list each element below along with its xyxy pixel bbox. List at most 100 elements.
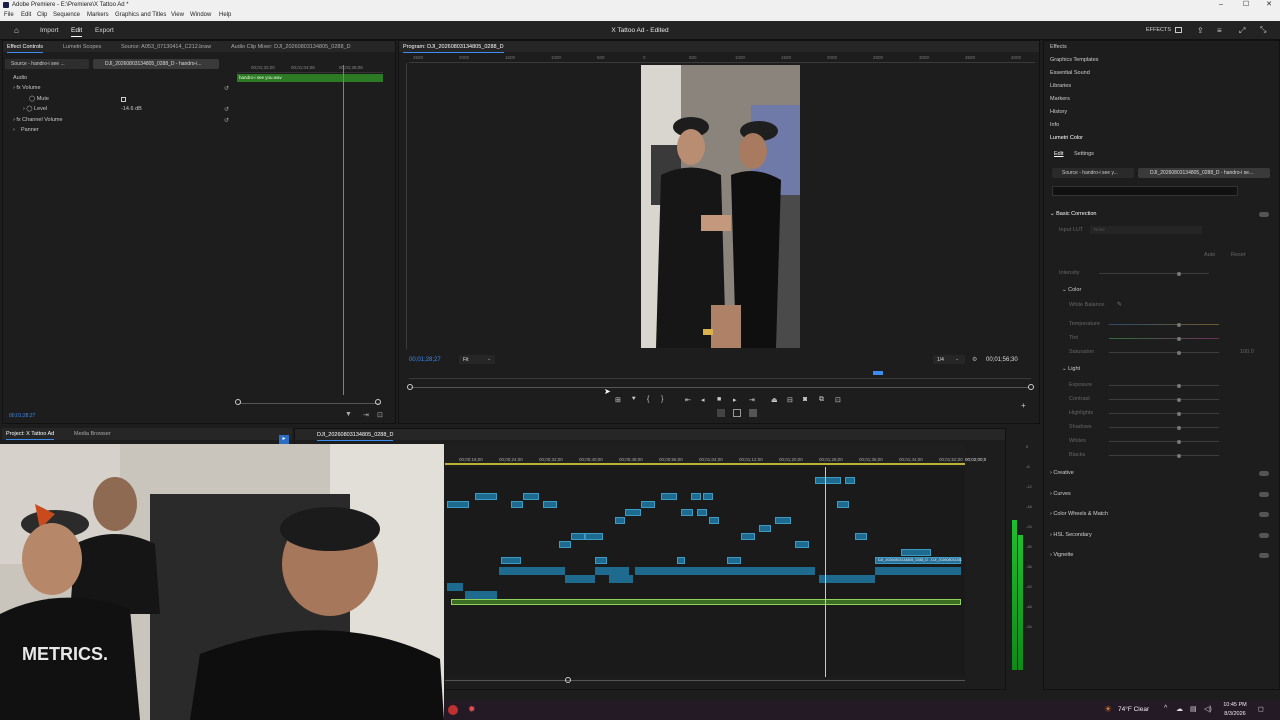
- source-dropdown[interactable]: Source - handro-i see ...: [5, 59, 89, 69]
- zoom-handle[interactable]: [1028, 384, 1034, 390]
- lumetri-clip-dropdown[interactable]: DJI_20260803134805_0288_D - handro-i se.…: [1138, 168, 1270, 178]
- tab-lumetri-settings[interactable]: Settings: [1074, 151, 1094, 157]
- video-clip[interactable]: [595, 557, 607, 564]
- hsl-secondary-toggle[interactable]: [1259, 533, 1269, 538]
- video-clip[interactable]: [511, 501, 523, 508]
- color-header[interactable]: ⌄ Color: [1062, 287, 1081, 293]
- insert-icon[interactable]: [717, 409, 725, 417]
- vignette-toggle[interactable]: [1259, 553, 1269, 558]
- ec-zoom-handle[interactable]: [235, 399, 241, 405]
- mark-out-icon[interactable]: }: [661, 396, 663, 403]
- reset-icon[interactable]: ↺: [224, 106, 229, 113]
- tint-slider[interactable]: [1109, 336, 1219, 341]
- video-clip[interactable]: [661, 493, 677, 500]
- step-back-icon[interactable]: ◂: [701, 396, 705, 404]
- menu-edit[interactable]: Edit: [21, 12, 31, 18]
- level-value[interactable]: -14.6 dB: [121, 106, 142, 112]
- tab-sequence[interactable]: DJI_20260803134805_0288_D: [317, 432, 394, 441]
- intensity-slider[interactable]: [1099, 271, 1209, 276]
- audio-clip[interactable]: [565, 575, 595, 583]
- reset-icon[interactable]: ↺: [224, 117, 229, 124]
- video-clip[interactable]: [741, 533, 755, 540]
- menu-view[interactable]: View: [171, 12, 184, 18]
- chevron-up-icon[interactable]: ^: [1164, 705, 1167, 712]
- export-frame-icon[interactable]: [749, 409, 757, 417]
- tab-source[interactable]: Source: A053_07130414_C212.braw: [121, 44, 211, 50]
- video-clip[interactable]: [501, 557, 521, 564]
- vignette-header[interactable]: › Vignette: [1050, 552, 1073, 558]
- go-to-out-icon[interactable]: ⇥: [749, 396, 755, 404]
- ec-playhead[interactable]: [343, 65, 344, 395]
- video-clip[interactable]: [697, 509, 707, 516]
- video-clip[interactable]: [775, 517, 791, 524]
- camera-icon[interactable]: ◙: [803, 396, 807, 403]
- shadows-slider[interactable]: [1109, 425, 1219, 430]
- marker-icon[interactable]: ⯆: [631, 396, 637, 404]
- video-clip[interactable]: [681, 509, 693, 516]
- export-icon[interactable]: ⇥: [363, 411, 369, 419]
- video-clip[interactable]: [759, 525, 771, 532]
- program-playhead[interactable]: [873, 371, 883, 375]
- menu-window[interactable]: Window: [190, 12, 211, 18]
- app-icon[interactable]: [448, 705, 458, 715]
- contrast-slider[interactable]: [1109, 397, 1219, 402]
- video-clip[interactable]: [571, 533, 585, 540]
- saturation-slider[interactable]: [1109, 350, 1219, 355]
- lift-icon[interactable]: ⏏: [771, 396, 778, 404]
- video-clip[interactable]: [543, 501, 557, 508]
- timeline-zoom-handle[interactable]: [565, 677, 571, 683]
- panel-libraries[interactable]: Libraries: [1050, 83, 1071, 89]
- clock-date[interactable]: 8/3/2026: [1220, 711, 1250, 717]
- zoom-handle[interactable]: [407, 384, 413, 390]
- video-clip[interactable]: [523, 493, 539, 500]
- lumetri-source-dropdown[interactable]: Source - handro-i see y...: [1052, 168, 1134, 178]
- go-to-in-icon[interactable]: ⇤: [685, 396, 691, 404]
- panel-info[interactable]: Info: [1050, 122, 1059, 128]
- menu-sequence[interactable]: Sequence: [53, 12, 80, 18]
- add-button-icon[interactable]: +: [1021, 401, 1026, 410]
- timeline-playhead[interactable]: [825, 467, 826, 677]
- video-clip[interactable]: [677, 557, 685, 564]
- saturation-value[interactable]: 100.0: [1240, 349, 1254, 355]
- color-wheels-toggle[interactable]: [1259, 512, 1269, 517]
- tab-media-browser[interactable]: Media Browser: [74, 431, 111, 437]
- video-clip[interactable]: [447, 501, 469, 508]
- video-clip[interactable]: [845, 477, 855, 484]
- share-icon[interactable]: ⇪: [1197, 26, 1204, 35]
- notification-icon[interactable]: ◻: [1258, 705, 1264, 713]
- audio-clip[interactable]: [635, 567, 815, 575]
- panner-row[interactable]: › Panner: [13, 127, 39, 133]
- mute-checkbox[interactable]: [121, 97, 126, 102]
- workspace-icon[interactable]: [1175, 27, 1182, 33]
- clip-dropdown[interactable]: DJI_20260803134805_0288_D - handro-i...: [93, 59, 219, 69]
- comparison-icon[interactable]: ⧉: [819, 396, 824, 404]
- eyedropper-icon[interactable]: ✎: [1117, 301, 1122, 308]
- curves-toggle[interactable]: [1259, 492, 1269, 497]
- panel-essential-sound[interactable]: Essential Sound: [1050, 70, 1090, 76]
- extract-icon[interactable]: ⊟: [787, 396, 793, 404]
- slider-knob[interactable]: [1177, 383, 1181, 388]
- network-icon[interactable]: ▤: [1190, 705, 1197, 713]
- light-header[interactable]: ⌄ Light: [1062, 366, 1080, 372]
- menu-icon[interactable]: ≡: [1217, 26, 1222, 35]
- creative-header[interactable]: › Creative: [1050, 470, 1074, 476]
- slider-knob[interactable]: [1177, 397, 1181, 402]
- basic-correction-header[interactable]: ⌄ Basic Correction: [1050, 211, 1097, 217]
- volume-icon[interactable]: ◁): [1204, 705, 1212, 713]
- video-clip[interactable]: [641, 501, 655, 508]
- menu-file[interactable]: File: [4, 12, 14, 18]
- fit-dropdown[interactable]: Fit ⌄: [459, 355, 495, 364]
- program-timecode[interactable]: 00;01;28;27: [409, 357, 441, 363]
- ec-ruler[interactable]: 00;01;32;00 00;01;04;08 00;01;36;08: [237, 65, 383, 73]
- add-marker-icon[interactable]: ⊞: [615, 396, 621, 404]
- timeline-zoom-bar[interactable]: [445, 680, 965, 681]
- tab-audio-clip-mixer[interactable]: Audio Clip Mixer: DJI_20260803134805_028…: [231, 44, 351, 50]
- color-wheels-header[interactable]: › Color Wheels & Match: [1050, 511, 1108, 517]
- audio-clip[interactable]: [595, 567, 629, 575]
- menu-markers[interactable]: Markers: [87, 12, 109, 18]
- video-clip[interactable]: [585, 533, 603, 540]
- tab-effect-controls[interactable]: Effect Controls: [7, 44, 43, 53]
- video-clip[interactable]: [795, 541, 809, 548]
- program-mini-ruler[interactable]: [409, 369, 1031, 379]
- slider-knob[interactable]: [1177, 411, 1181, 416]
